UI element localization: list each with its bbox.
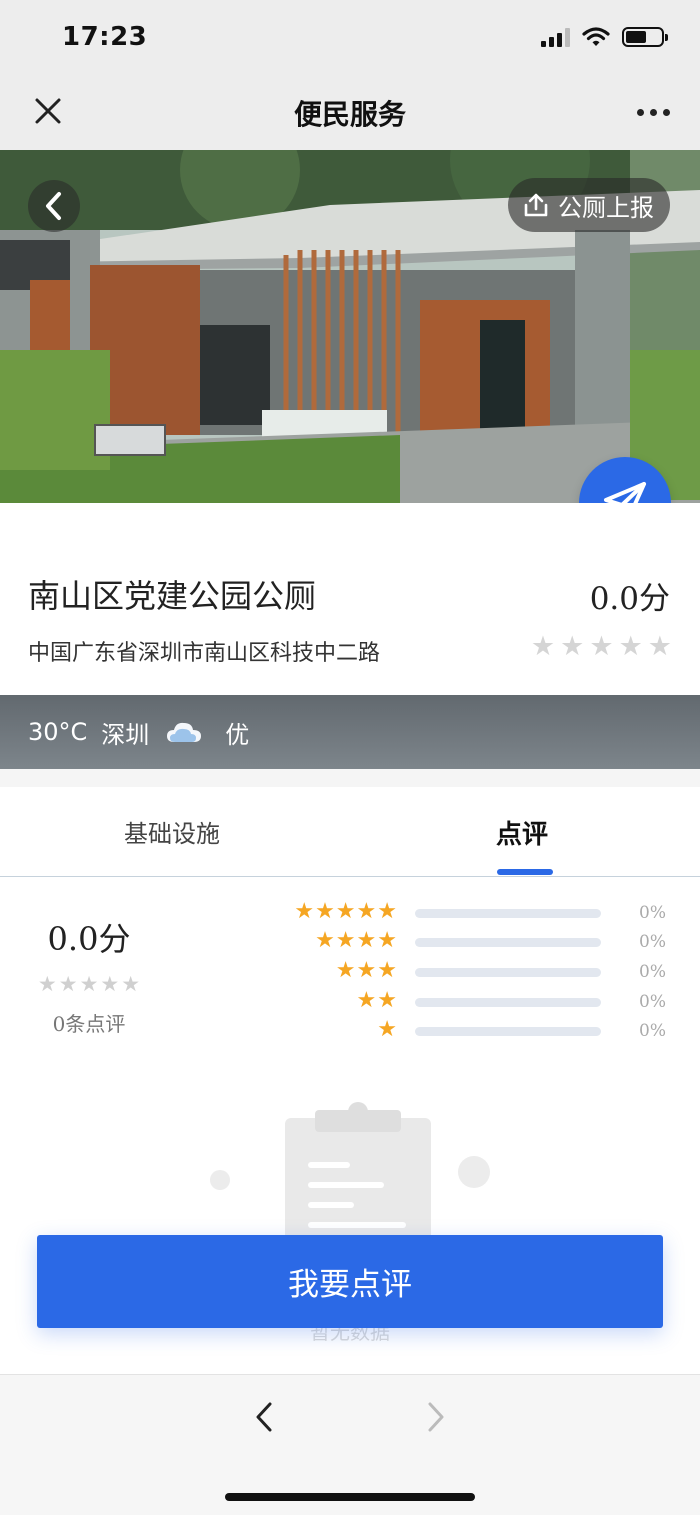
distribution-percent: 0% (639, 932, 666, 952)
page-title: 便民服务 (293, 98, 406, 131)
tab-facilities[interactable]: 基础设施 (124, 814, 220, 849)
home-indicator (225, 1493, 475, 1501)
report-label: 公厕上报 (558, 193, 654, 222)
status-time: 17:23 (62, 22, 148, 52)
wifi-icon (582, 27, 610, 46)
distribution-bar (415, 1027, 601, 1036)
status-icons (541, 26, 668, 48)
distribution-row-2: ★ ★ 0% (0, 990, 700, 1014)
star-icon: ★ (589, 631, 614, 662)
star-icon: ★ (530, 631, 556, 662)
signal-icon (541, 27, 570, 47)
distribution-row-1: ★ 0% (0, 1019, 700, 1043)
distribution-bar (415, 998, 601, 1007)
distribution-row-3: ★ ★ ★ 0% (0, 960, 700, 984)
distribution-bar (415, 938, 601, 947)
back-button[interactable] (28, 180, 80, 232)
chevron-left-icon[interactable] (250, 1399, 280, 1435)
chevron-left-icon (46, 192, 61, 220)
place-rating-stars: ★ ★ ★ ★ ★ (531, 633, 672, 660)
hero-image: 公厕上报 (0, 150, 700, 503)
weather-bar: 30°C 深圳 优 (0, 695, 700, 769)
weather-city: 深圳 (101, 720, 150, 749)
distribution-percent: 0% (639, 1021, 666, 1041)
weather-temperature: 30°C (28, 718, 88, 746)
nav-bar: 便民服务 (0, 75, 700, 150)
star-icon: ★ (560, 631, 585, 662)
tab-bar: 基础设施 点评 (0, 787, 700, 877)
distribution-bar (415, 909, 601, 918)
one-star: ★ (377, 1017, 397, 1042)
browser-toolbar (0, 1374, 700, 1515)
place-score: 0.0分 (589, 581, 670, 617)
distribution-row-4: ★ ★ ★ ★ 0% (0, 930, 700, 954)
battery-icon (622, 27, 668, 47)
place-address: 中国广东省深圳市南山区科技中二路 (28, 641, 381, 666)
status-bar: 17:23 (0, 0, 700, 75)
four-stars: ★ ★ ★ ★ (315, 928, 397, 953)
distribution-bar (415, 968, 601, 977)
three-stars: ★ ★ ★ (335, 958, 397, 983)
distribution-percent: 0% (639, 992, 666, 1012)
report-button[interactable]: 公厕上报 (508, 178, 670, 232)
tab-reviews[interactable]: 点评 (496, 814, 548, 851)
five-stars: ★ ★ ★ ★ ★ (294, 899, 397, 924)
distribution-percent: 0% (639, 903, 666, 923)
two-stars: ★ ★ (356, 988, 397, 1013)
distribution-row-5: ★ ★ ★ ★ ★ 0% (0, 901, 700, 925)
air-quality: 优 (225, 720, 250, 749)
active-tab-indicator (497, 869, 553, 875)
distribution-percent: 0% (639, 962, 666, 982)
star-icon: ★ (647, 631, 672, 662)
more-icon[interactable] (637, 109, 670, 116)
section-divider (0, 769, 700, 787)
upload-icon (524, 193, 548, 217)
empty-state: 暂无数据 (0, 1078, 700, 1374)
place-info: 南山区党建公园公厕 0.0分 中国广东省深圳市南山区科技中二路 ★ ★ ★ ★ … (0, 503, 700, 695)
rating-summary: 0.0分 ★ ★ ★ ★ ★ 0条点评 ★ ★ ★ ★ ★ 0% ★ ★ ★ ★ 0% ★ ★ ★… (0, 878, 700, 1078)
place-name: 南山区党建公园公厕 (28, 577, 317, 615)
cloud-icon (167, 722, 202, 742)
chevron-right-icon[interactable] (420, 1399, 450, 1435)
star-icon: ★ (618, 631, 643, 662)
write-review-button[interactable]: 我要点评 (37, 1235, 663, 1328)
